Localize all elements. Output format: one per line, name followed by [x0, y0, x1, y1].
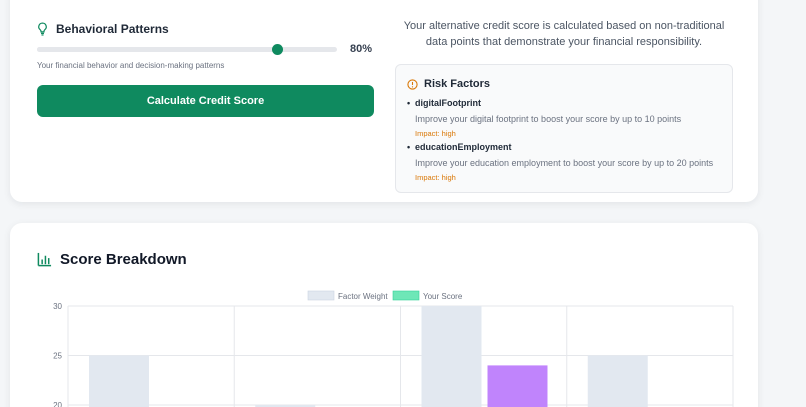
risk-factor-impact: Impact: high	[415, 173, 456, 182]
behavioral-patterns-value: 80%	[350, 43, 373, 55]
risk-factor-description: Improve your education employment to boo…	[415, 158, 714, 168]
risk-factors-heading: Risk Factors	[407, 78, 490, 90]
legend-swatch-factor-weight	[307, 290, 335, 301]
risk-factor-item: • educationEmployment Improve your educat…	[407, 142, 727, 182]
risk-factors-panel: Risk Factors • digitalFootprint Improve y…	[395, 64, 733, 193]
bar-factor-weight	[587, 355, 648, 407]
bar-your-score	[487, 365, 548, 407]
legend-label-your-score: Your Score	[423, 292, 463, 301]
legend-label-factor-weight: Factor Weight	[338, 292, 388, 301]
risk-factor-item: • digitalFootprint Improve your digital f…	[407, 98, 727, 138]
behavioral-patterns-heading: Behavioral Patterns	[37, 22, 169, 36]
risk-factor-description: Improve your digital footprint to boost …	[415, 114, 682, 124]
slider-thumb[interactable]	[272, 44, 283, 55]
y-tick-label: 25	[53, 352, 62, 361]
lightbulb-icon	[38, 22, 47, 36]
risk-factor-name: educationEmployment	[415, 142, 512, 152]
bar-factor-weight	[421, 306, 482, 407]
bullet: •	[407, 142, 411, 152]
y-tick-label: 30	[53, 302, 62, 311]
y-tick-label: 20	[53, 401, 62, 407]
score-breakdown-chart: Factor Weight Your Score 30 25 20	[53, 290, 734, 407]
score-intro-text: Your alternative credit score is calcula…	[403, 20, 725, 48]
risk-factor-impact: Impact: high	[415, 129, 456, 138]
risk-factors-title: Risk Factors	[424, 78, 491, 90]
alert-circle-icon	[407, 78, 418, 90]
risk-factor-name: digitalFootprint	[415, 98, 481, 108]
calculate-credit-score-button[interactable]: Calculate Credit Score	[37, 85, 374, 117]
behavioral-patterns-title: Behavioral Patterns	[56, 22, 169, 36]
legend-swatch-your-score	[392, 290, 420, 301]
behavioral-patterns-help: Your financial behavior and decision-mak…	[37, 61, 225, 70]
bullet: •	[407, 98, 411, 108]
behavioral-patterns-slider[interactable]	[37, 44, 337, 55]
calculator-card: Behavioral Patterns 80% Your financial b…	[10, 0, 758, 202]
slider-fill	[37, 47, 277, 52]
score-breakdown-card: Score Breakdown Factor Weight Your Score 3…	[10, 223, 758, 407]
bar-factor-weight	[89, 355, 149, 407]
